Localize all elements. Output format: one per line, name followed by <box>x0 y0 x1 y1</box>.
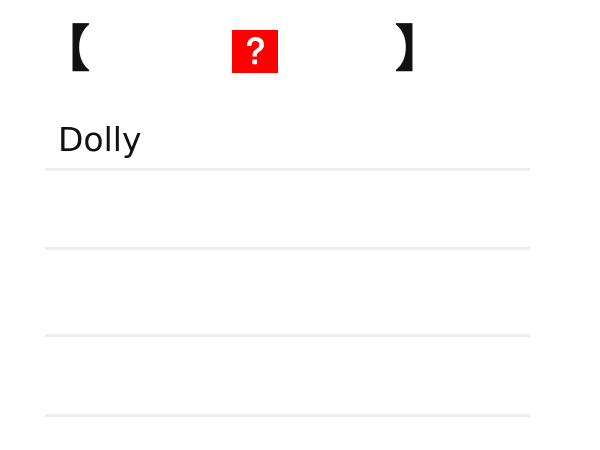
list-item[interactable]: Dolly <box>45 110 530 171</box>
app-stage: 【 】 Dolly <box>0 0 600 450</box>
question-mark-icon[interactable] <box>232 30 278 73</box>
list-item-label: Dolly <box>58 120 142 159</box>
question-mark-glyph <box>247 36 264 64</box>
list-item[interactable] <box>45 171 530 250</box>
left-bracket: 【 <box>40 20 90 78</box>
list-item[interactable] <box>45 250 530 337</box>
name-list: Dolly <box>45 110 530 417</box>
title-row: 【 】 <box>40 22 445 76</box>
list-item[interactable] <box>45 337 530 417</box>
right-bracket: 】 <box>395 20 445 78</box>
